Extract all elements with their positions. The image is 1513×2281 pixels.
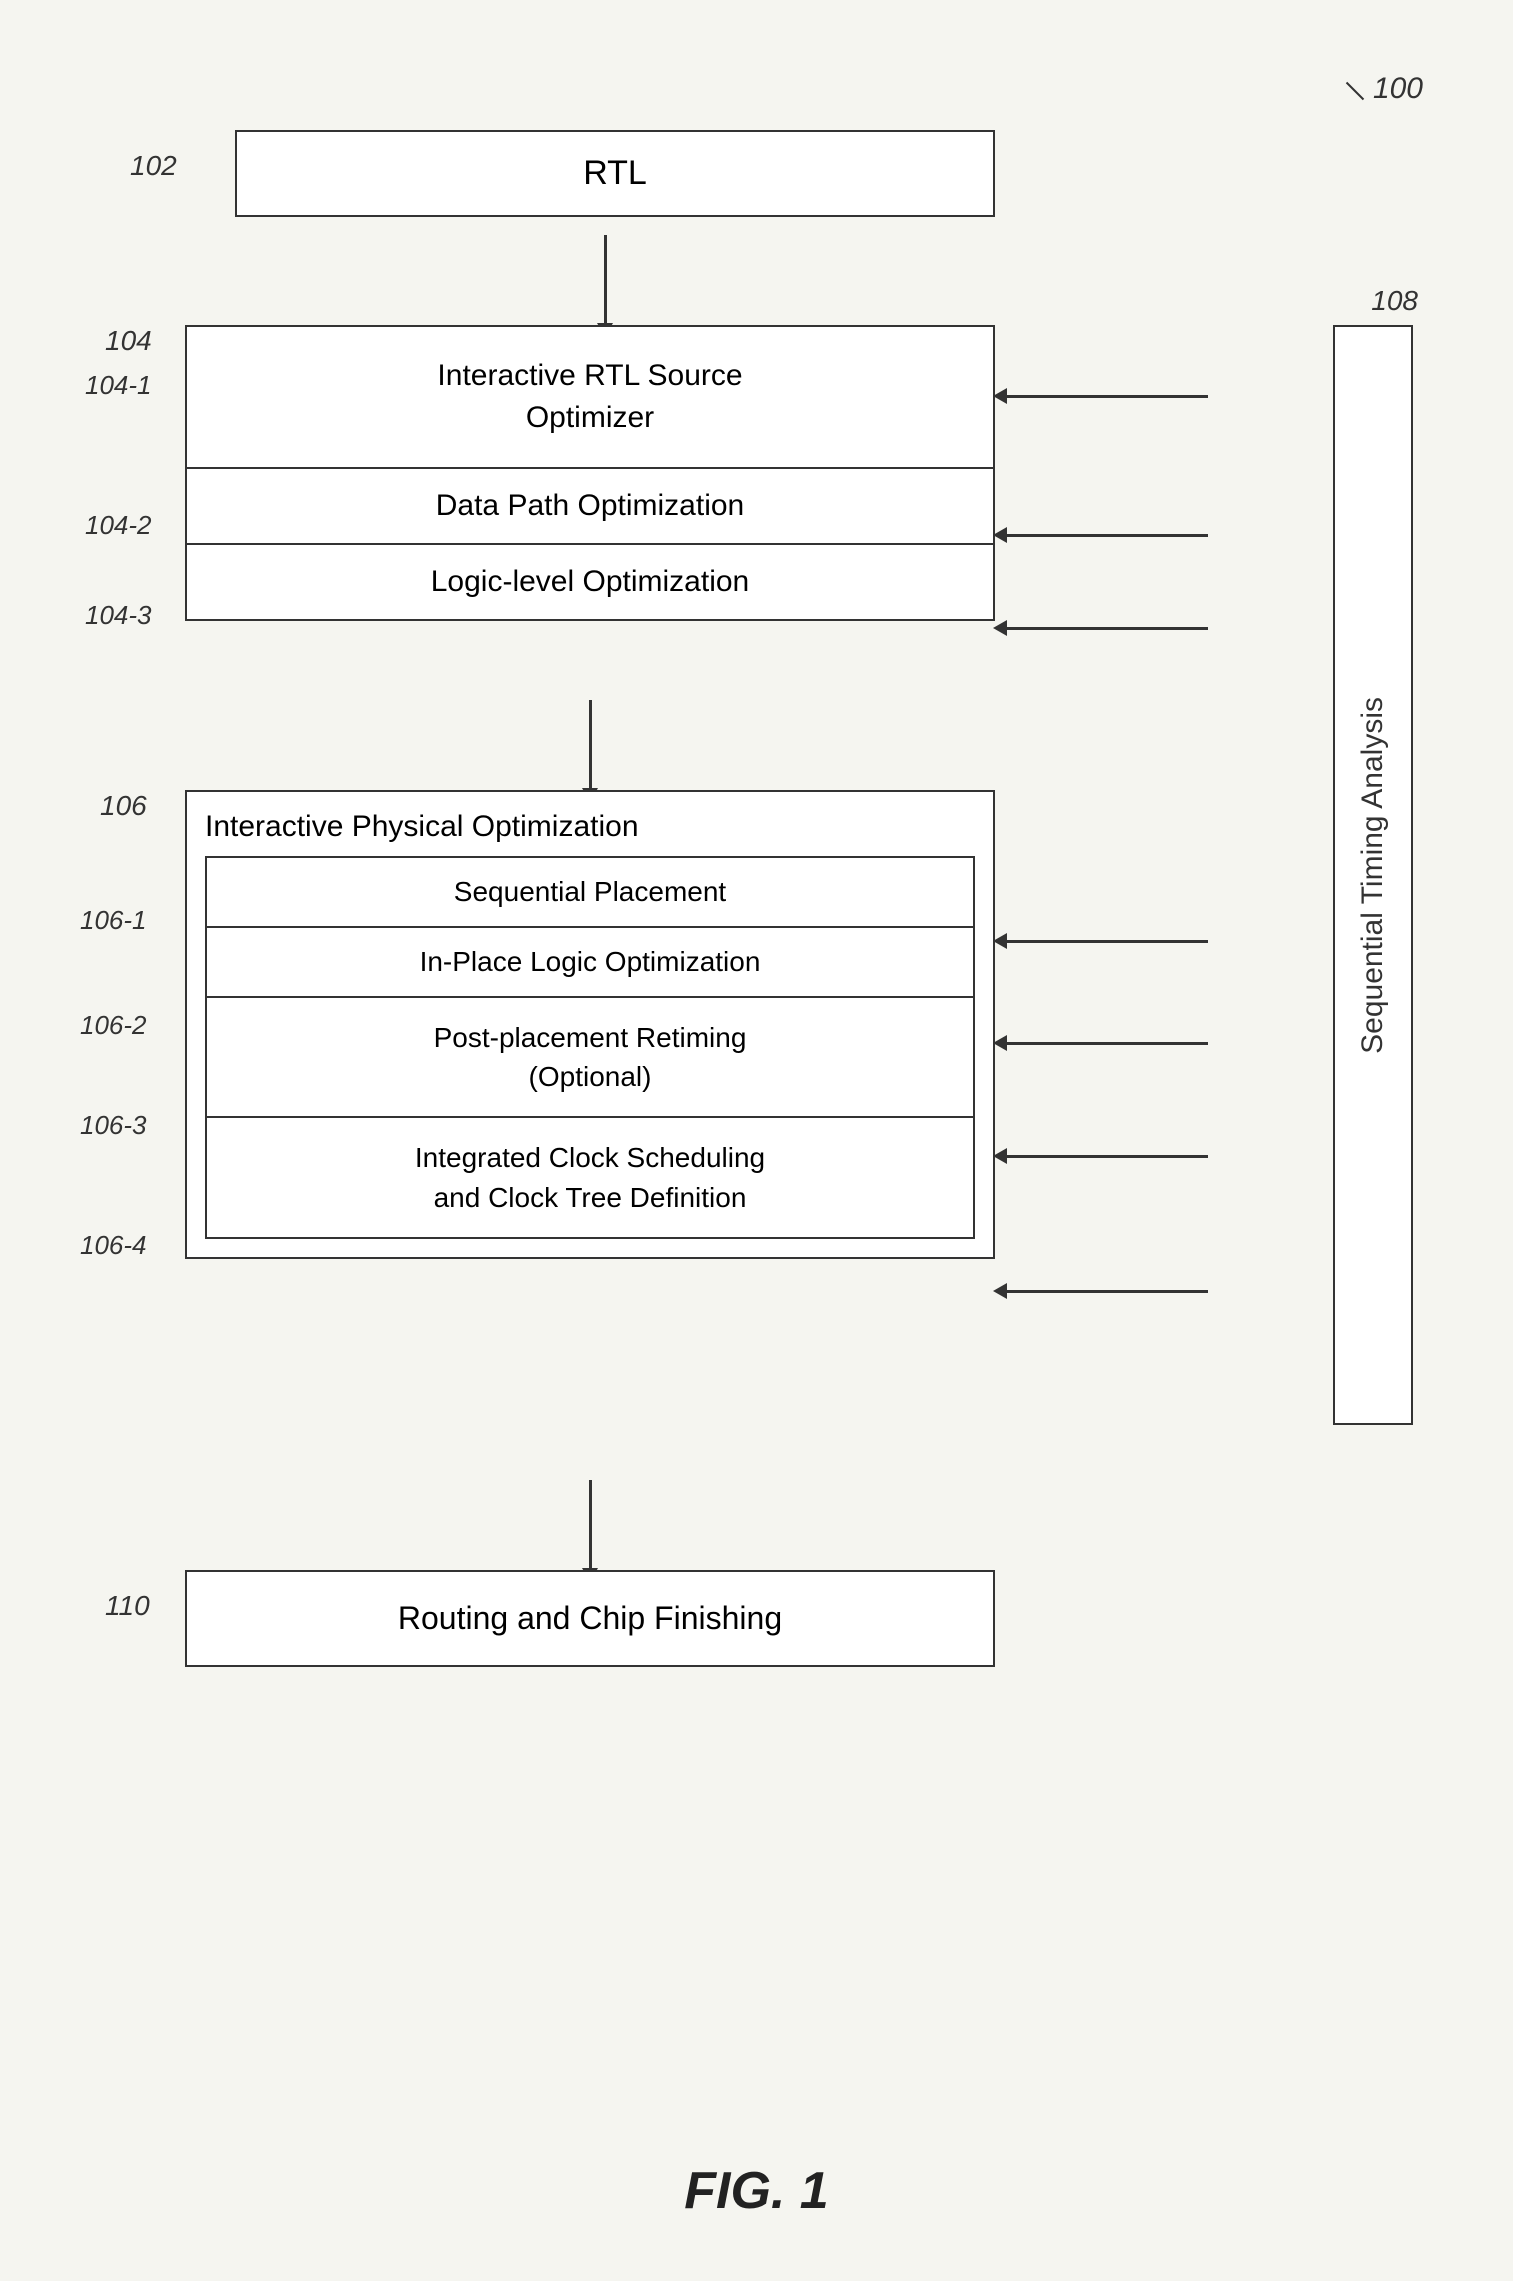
sub-block-106-2: In-Place Logic Optimization — [207, 928, 973, 998]
diagram-container: 100 102 RTL 104 104-1 104-2 104-3 Intera… — [0, 0, 1513, 2281]
rtl-label: RTL — [583, 154, 647, 192]
ref-104: 104 — [105, 325, 152, 357]
block-104: Interactive RTL SourceOptimizer Data Pat… — [185, 325, 995, 621]
arrow-108-to-104-2 — [1005, 534, 1208, 537]
sub-block-106-3: Post-placement Retiming(Optional) — [207, 998, 973, 1118]
ref-106: 106 — [100, 790, 147, 822]
block-110-label: Routing and Chip Finishing — [398, 1600, 782, 1636]
block-106: Interactive Physical Optimization Sequen… — [185, 790, 995, 1259]
sub-106-1-label: Sequential Placement — [454, 876, 726, 907]
sub-104-1-label: Interactive RTL SourceOptimizer — [437, 359, 742, 434]
arrow-108-to-106-3 — [1005, 1155, 1208, 1158]
block-106-inner: Sequential Placement In-Place Logic Opti… — [205, 856, 975, 1239]
arrow-rtl-to-104 — [604, 235, 607, 325]
arrow-106-to-110 — [589, 1480, 592, 1570]
sub-104-2-label: Data Path Optimization — [436, 489, 744, 522]
block-106-title: Interactive Physical Optimization — [187, 792, 993, 856]
ref-106-4: 106-4 — [80, 1230, 147, 1261]
block-110: Routing and Chip Finishing — [185, 1570, 995, 1667]
sub-block-104-3: Logic-level Optimization — [187, 545, 993, 619]
sub-block-106-1: Sequential Placement — [207, 858, 973, 928]
ref-102: 102 — [130, 150, 177, 182]
block-106-title-label: Interactive Physical Optimization — [205, 810, 639, 843]
sub-104-3-label: Logic-level Optimization — [431, 565, 749, 598]
arrow-108-to-106-1 — [1005, 940, 1208, 943]
sub-block-106-4: Integrated Clock Schedulingand Clock Tre… — [207, 1118, 973, 1236]
arrow-108-to-106-4 — [1005, 1290, 1208, 1293]
ref-106-3: 106-3 — [80, 1110, 147, 1141]
arrow-104-to-106 — [589, 700, 592, 790]
ref-104-3: 104-3 — [85, 600, 152, 631]
ref-100: 100 — [1373, 72, 1423, 106]
arrow-108-to-106-2 — [1005, 1042, 1208, 1045]
ref-106-2: 106-2 — [80, 1010, 147, 1041]
figure-number: FIG. 1 — [684, 2161, 828, 2221]
block-108: Sequential Timing Analysis — [1333, 325, 1413, 1425]
sub-block-104-1: Interactive RTL SourceOptimizer — [187, 327, 993, 469]
sub-block-104-2: Data Path Optimization — [187, 469, 993, 545]
sub-106-4-label: Integrated Clock Schedulingand Clock Tre… — [415, 1142, 765, 1212]
arrow-108-to-104-1 — [1005, 395, 1208, 398]
rtl-box: RTL — [235, 130, 995, 217]
ref-104-1: 104-1 — [85, 370, 152, 401]
arrow-108-to-104-3 — [1005, 627, 1208, 630]
sub-106-2-label: In-Place Logic Optimization — [420, 946, 761, 977]
sub-106-3-label: Post-placement Retiming(Optional) — [434, 1022, 747, 1092]
ref-110: 110 — [105, 1590, 150, 1622]
ref-106-1: 106-1 — [80, 905, 147, 936]
ref-108: 108 — [1371, 285, 1418, 317]
ref-104-2: 104-2 — [85, 510, 152, 541]
block-108-text: Sequential Timing Analysis — [1356, 697, 1390, 1054]
